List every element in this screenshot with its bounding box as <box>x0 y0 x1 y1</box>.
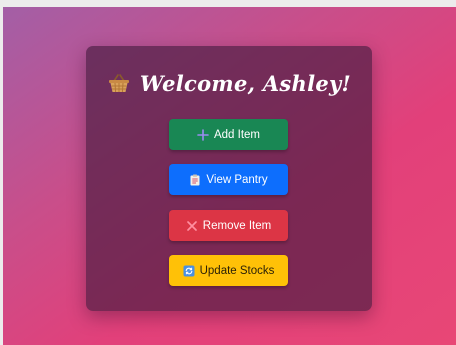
update-stocks-button[interactable]: Update Stocks <box>169 255 288 286</box>
add-item-button[interactable]: Add Item <box>169 119 288 150</box>
add-item-label: Add Item <box>213 128 261 141</box>
remove-item-button[interactable]: Remove Item <box>169 210 288 241</box>
update-stocks-label: Update Stocks <box>199 264 275 277</box>
basket-icon <box>108 74 129 93</box>
page-title: Welcome, Ashley! <box>139 70 352 96</box>
refresh-icon <box>183 265 195 276</box>
welcome-card: Welcome, Ashley! Add Item View Pantry Re… <box>86 46 372 311</box>
clipboard-icon <box>190 174 200 185</box>
view-pantry-button[interactable]: View Pantry <box>169 164 288 195</box>
view-pantry-label: View Pantry <box>206 173 268 186</box>
cross-icon <box>186 220 197 231</box>
remove-item-label: Remove Item <box>202 219 272 232</box>
plus-icon <box>197 128 209 141</box>
title-row: Welcome, Ashley! <box>86 66 372 100</box>
